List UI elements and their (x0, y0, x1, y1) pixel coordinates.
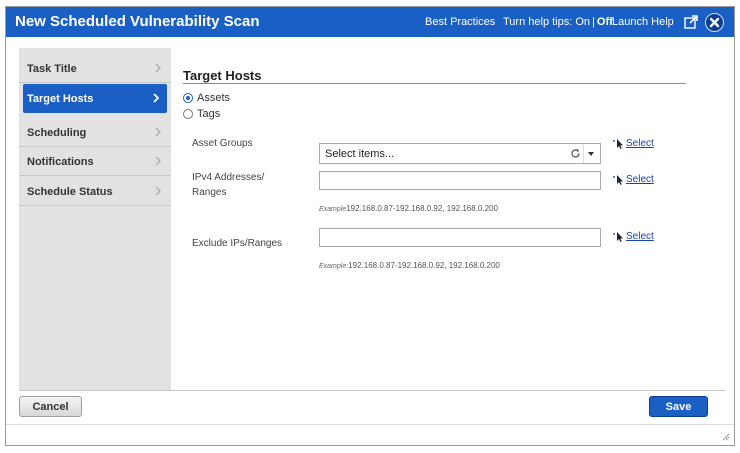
asset-groups-select[interactable]: Select items... (319, 143, 601, 164)
chevron-right-icon (155, 186, 161, 196)
select-link-text[interactable]: Select (626, 231, 654, 242)
sidebar-item-label: Schedule Status (27, 186, 113, 198)
chevron-right-icon (155, 156, 161, 166)
sidebar-item-notifications[interactable]: Notifications (19, 147, 171, 176)
exclude-ips-input[interactable] (319, 228, 601, 247)
example-label: Example: (319, 263, 349, 270)
dropdown-separator (583, 144, 584, 163)
example-value: 192.168.0.87-192.168.0.92, 192.168.0.200 (348, 261, 500, 270)
chevron-right-icon (155, 63, 161, 73)
section-divider (183, 83, 686, 84)
scan-dialog: New Scheduled Vulnerability Scan Best Pr… (5, 6, 735, 446)
select-link-text[interactable]: Select (626, 138, 654, 149)
help-tips-on[interactable]: On (575, 16, 590, 28)
sidebar-item-label: Scheduling (27, 127, 87, 139)
help-tips-prefix: Turn help tips: (503, 16, 573, 28)
chevron-down-icon[interactable] (588, 152, 594, 156)
radio-button[interactable] (183, 93, 193, 103)
chevron-right-icon (155, 127, 161, 137)
help-tips-off[interactable]: Off (597, 16, 613, 28)
popout-icon[interactable] (684, 15, 698, 29)
cancel-button[interactable]: Cancel (19, 396, 82, 417)
footer-divider (19, 390, 725, 391)
sidebar-item-scheduling[interactable]: Scheduling (19, 118, 171, 147)
sidebar-item-target-hosts[interactable]: Target Hosts (23, 84, 167, 113)
exclude-ips-label: Exclude IPs/Ranges (192, 238, 283, 249)
pointer-select-icon (613, 175, 623, 185)
ipv4-label-line2: Ranges (192, 187, 227, 198)
asset-groups-placeholder: Select items... (325, 148, 395, 160)
radio-assets[interactable]: Assets (183, 92, 230, 104)
close-button[interactable] (705, 13, 724, 32)
bottom-divider (6, 424, 734, 425)
ipv4-label-line1: IPv4 Addresses/ (192, 172, 265, 183)
dialog-titlebar: New Scheduled Vulnerability Scan Best Pr… (6, 7, 734, 37)
refresh-icon[interactable] (570, 148, 581, 159)
radio-label: Assets (197, 92, 231, 104)
example-value: 192.168.0.87-192.168.0.92, 192.168.0.200 (346, 204, 498, 213)
radio-label: Tags (197, 108, 221, 120)
help-tips-toggle: Turn help tips: On | Off (503, 16, 613, 28)
section-title: Target Hosts (183, 68, 262, 83)
close-icon (709, 17, 720, 28)
best-practices-link[interactable]: Best Practices (425, 16, 495, 28)
asset-groups-select-link[interactable]: Select (612, 138, 654, 150)
example-label: Example (319, 206, 347, 213)
exclude-select-link[interactable]: Select (612, 231, 654, 243)
resize-grip-icon[interactable] (722, 433, 730, 441)
radio-button[interactable] (183, 109, 193, 119)
chevron-right-icon (153, 93, 159, 103)
launch-help-link[interactable]: Launch Help (612, 16, 674, 28)
dialog-title: New Scheduled Vulnerability Scan (15, 13, 260, 30)
ipv4-addresses-input[interactable] (319, 171, 601, 190)
pointer-select-icon (613, 232, 623, 242)
sidebar-item-label: Task Title (27, 63, 77, 75)
select-link-text[interactable]: Select (626, 174, 654, 185)
save-button[interactable]: Save (649, 396, 708, 417)
pointer-select-icon (613, 139, 623, 149)
wizard-sidebar: Task Title Target Hosts Scheduling Notif… (19, 48, 171, 390)
sidebar-item-label: Notifications (27, 156, 94, 168)
radio-tags[interactable]: Tags (183, 108, 220, 120)
ipv4-select-link[interactable]: Select (612, 174, 654, 186)
ipv4-label: IPv4 Addresses/ Ranges (192, 170, 264, 200)
asset-groups-label: Asset Groups (192, 138, 253, 149)
ipv4-example: Example192.168.0.87-192.168.0.92, 192.16… (319, 204, 498, 213)
sidebar-item-task-title[interactable]: Task Title (19, 54, 171, 83)
sidebar-item-schedule-status[interactable]: Schedule Status (19, 177, 171, 206)
help-tips-separator: | (592, 16, 595, 28)
sidebar-item-label: Target Hosts (27, 93, 94, 105)
exclude-example: Example:192.168.0.87-192.168.0.92, 192.1… (319, 261, 500, 270)
